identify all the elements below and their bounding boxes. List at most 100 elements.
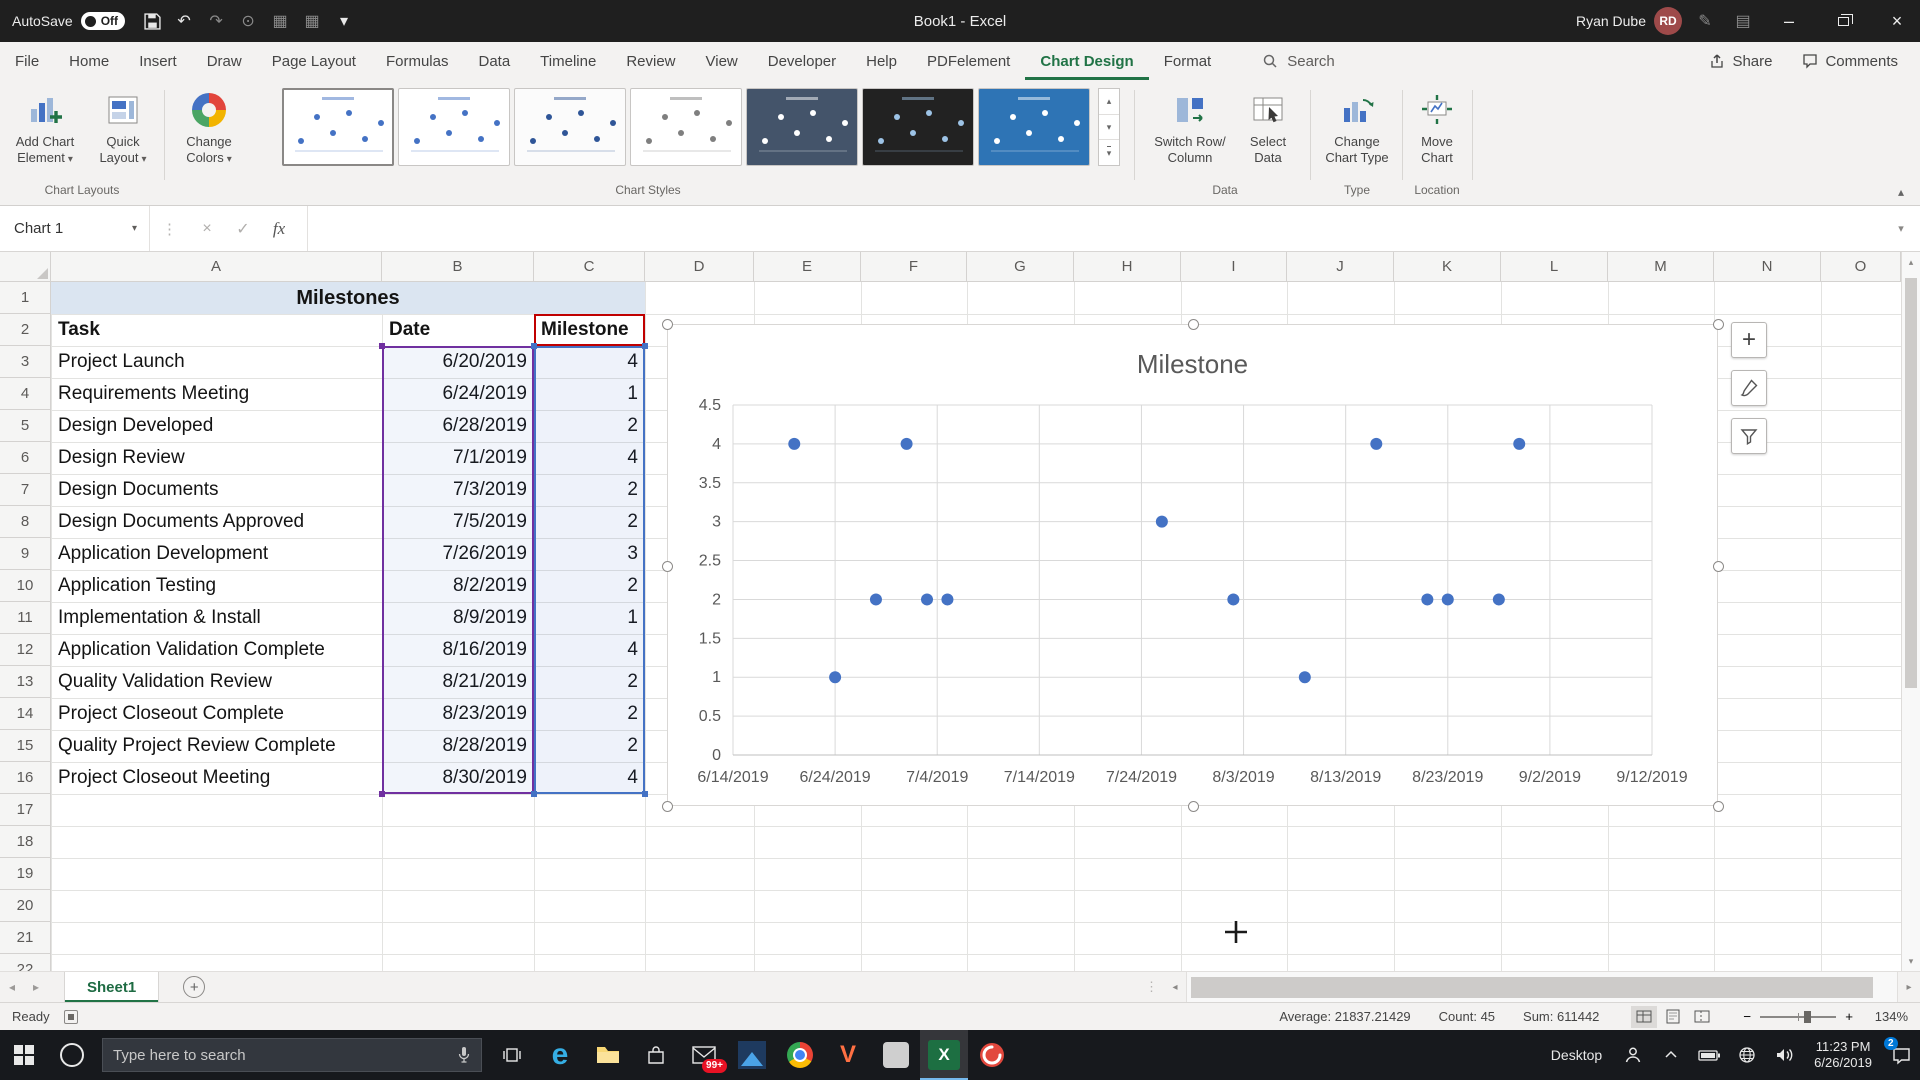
date-cell[interactable]: 7/3/2019 [382, 474, 534, 506]
column-header-l[interactable]: L [1501, 252, 1608, 282]
row-header-21[interactable]: 21 [0, 922, 51, 954]
row-header-2[interactable]: 2 [0, 314, 51, 346]
close-button[interactable]: × [1874, 0, 1920, 42]
gallery-scroll-down-button[interactable]: ▾ [1099, 115, 1119, 141]
task-cell[interactable]: Application Testing [51, 570, 382, 602]
pdfelement-app-icon[interactable] [968, 1030, 1016, 1080]
edge-app-icon[interactable]: e [536, 1030, 584, 1080]
insert-function-button[interactable]: fx [261, 219, 297, 239]
milestone-cell[interactable]: 4 [534, 346, 645, 378]
column-header-k[interactable]: K [1394, 252, 1501, 282]
chart-resize-handle[interactable] [1713, 801, 1724, 812]
header-cell-date[interactable]: Date [382, 314, 534, 346]
chart-style-7[interactable] [978, 88, 1090, 166]
vertical-scrollbar[interactable]: ▴ ▾ [1901, 252, 1920, 971]
normal-view-button[interactable] [1631, 1006, 1657, 1028]
row-header-6[interactable]: 6 [0, 442, 51, 474]
inking-button[interactable]: ⊙ [233, 6, 263, 36]
ribbon-tab-view[interactable]: View [691, 42, 753, 80]
chart-style-4[interactable] [630, 88, 742, 166]
network-button[interactable] [1728, 1030, 1766, 1080]
change-chart-type-button[interactable]: Change Chart Type [1318, 88, 1396, 166]
cortana-button[interactable] [48, 1030, 96, 1080]
milestone-cell[interactable]: 4 [534, 634, 645, 666]
taskbar-clock[interactable]: 11:23 PM 6/26/2019 [1804, 1039, 1882, 1071]
milestone-chart[interactable]: 00.511.522.533.544.56/14/20196/24/20197/… [667, 324, 1718, 806]
scroll-down-button[interactable]: ▾ [1902, 951, 1920, 971]
ribbon-tab-developer[interactable]: Developer [753, 42, 851, 80]
milestone-cell[interactable]: 1 [534, 378, 645, 410]
milestone-cell[interactable]: 2 [534, 570, 645, 602]
row-header-4[interactable]: 4 [0, 378, 51, 410]
task-cell[interactable]: Application Development [51, 538, 382, 570]
chart-resize-handle[interactable] [1188, 319, 1199, 330]
excel-app-icon[interactable]: X [920, 1030, 968, 1080]
display-settings-button[interactable]: ▤ [1728, 6, 1758, 36]
tab-splitter-icon[interactable]: ⋮ [1139, 979, 1164, 995]
photos-app-icon[interactable] [728, 1030, 776, 1080]
row-header-19[interactable]: 19 [0, 858, 51, 890]
column-header-d[interactable]: D [645, 252, 754, 282]
switch-row-column-button[interactable]: Switch Row/ Column [1146, 88, 1234, 166]
ribbon-tab-draw[interactable]: Draw [192, 42, 257, 80]
header-cell-task[interactable]: Task [51, 314, 382, 346]
expand-formula-bar-button[interactable]: ▾ [1882, 222, 1920, 235]
formula-input[interactable] [307, 206, 1882, 251]
chart-style-1[interactable] [282, 88, 394, 166]
chart-resize-handle[interactable] [662, 319, 673, 330]
horizontal-scroll-thumb[interactable] [1191, 977, 1873, 998]
milestone-cell[interactable]: 2 [534, 474, 645, 506]
page-layout-view-button[interactable] [1660, 1006, 1686, 1028]
zoom-out-button[interactable]: − [1743, 1009, 1751, 1024]
quick-layout-button[interactable]: Quick Layout▾ [88, 88, 158, 168]
date-cell[interactable]: 8/28/2019 [382, 730, 534, 762]
gallery-scroll-up-button[interactable]: ▴ [1099, 89, 1119, 115]
task-cell[interactable]: Project Closeout Meeting [51, 762, 382, 794]
ribbon-tab-help[interactable]: Help [851, 42, 912, 80]
ribbon-tab-format[interactable]: Format [1149, 42, 1227, 80]
redo-button[interactable]: ↷ [201, 6, 231, 36]
row-header-14[interactable]: 14 [0, 698, 51, 730]
row-header-7[interactable]: 7 [0, 474, 51, 506]
header-cell-milestone[interactable]: Milestone [534, 314, 645, 346]
ribbon-tab-formulas[interactable]: Formulas [371, 42, 464, 80]
battery-button[interactable] [1690, 1030, 1728, 1080]
row-header-12[interactable]: 12 [0, 634, 51, 666]
ribbon-tab-review[interactable]: Review [611, 42, 690, 80]
gray-app-icon[interactable] [872, 1030, 920, 1080]
people-button[interactable] [1614, 1030, 1652, 1080]
row-header-9[interactable]: 9 [0, 538, 51, 570]
row-header-22[interactable]: 22 [0, 954, 51, 971]
restore-button[interactable] [1820, 0, 1866, 42]
ribbon-tab-page-layout[interactable]: Page Layout [257, 42, 371, 80]
task-cell[interactable]: Design Review [51, 442, 382, 474]
table-tool-button-2[interactable]: ▦ [297, 6, 327, 36]
ribbon-tab-file[interactable]: File [0, 42, 54, 80]
chart-elements-button[interactable]: + [1731, 322, 1767, 358]
task-cell[interactable]: Design Developed [51, 410, 382, 442]
change-colors-button[interactable]: Change Colors▾ [170, 88, 248, 168]
select-data-button[interactable]: Select Data [1240, 88, 1296, 166]
chart-filter-button[interactable] [1731, 418, 1767, 454]
row-header-8[interactable]: 8 [0, 506, 51, 538]
date-cell[interactable]: 7/5/2019 [382, 506, 534, 538]
merged-title-cell[interactable]: Milestones [51, 282, 645, 314]
zoom-thumb[interactable] [1804, 1011, 1811, 1023]
column-header-o[interactable]: O [1821, 252, 1901, 282]
chart-style-6[interactable] [862, 88, 974, 166]
horizontal-scroll-track[interactable] [1186, 972, 1898, 1002]
date-cell[interactable]: 8/2/2019 [382, 570, 534, 602]
task-cell[interactable]: Implementation & Install [51, 602, 382, 634]
taskbar-search-box[interactable]: Type here to search [102, 1038, 482, 1072]
pen-tools-button[interactable]: ✎ [1690, 6, 1720, 36]
date-cell[interactable]: 7/26/2019 [382, 538, 534, 570]
milestone-cell[interactable]: 4 [534, 442, 645, 474]
row-header-5[interactable]: 5 [0, 410, 51, 442]
date-cell[interactable]: 8/30/2019 [382, 762, 534, 794]
desktop-label[interactable]: Desktop [1539, 1047, 1614, 1063]
row-header-3[interactable]: 3 [0, 346, 51, 378]
ribbon-tab-data[interactable]: Data [463, 42, 525, 80]
milestone-cell[interactable]: 1 [534, 602, 645, 634]
customize-qat-button[interactable]: ▾ [329, 6, 359, 36]
cancel-entry-button[interactable]: × [189, 220, 225, 238]
